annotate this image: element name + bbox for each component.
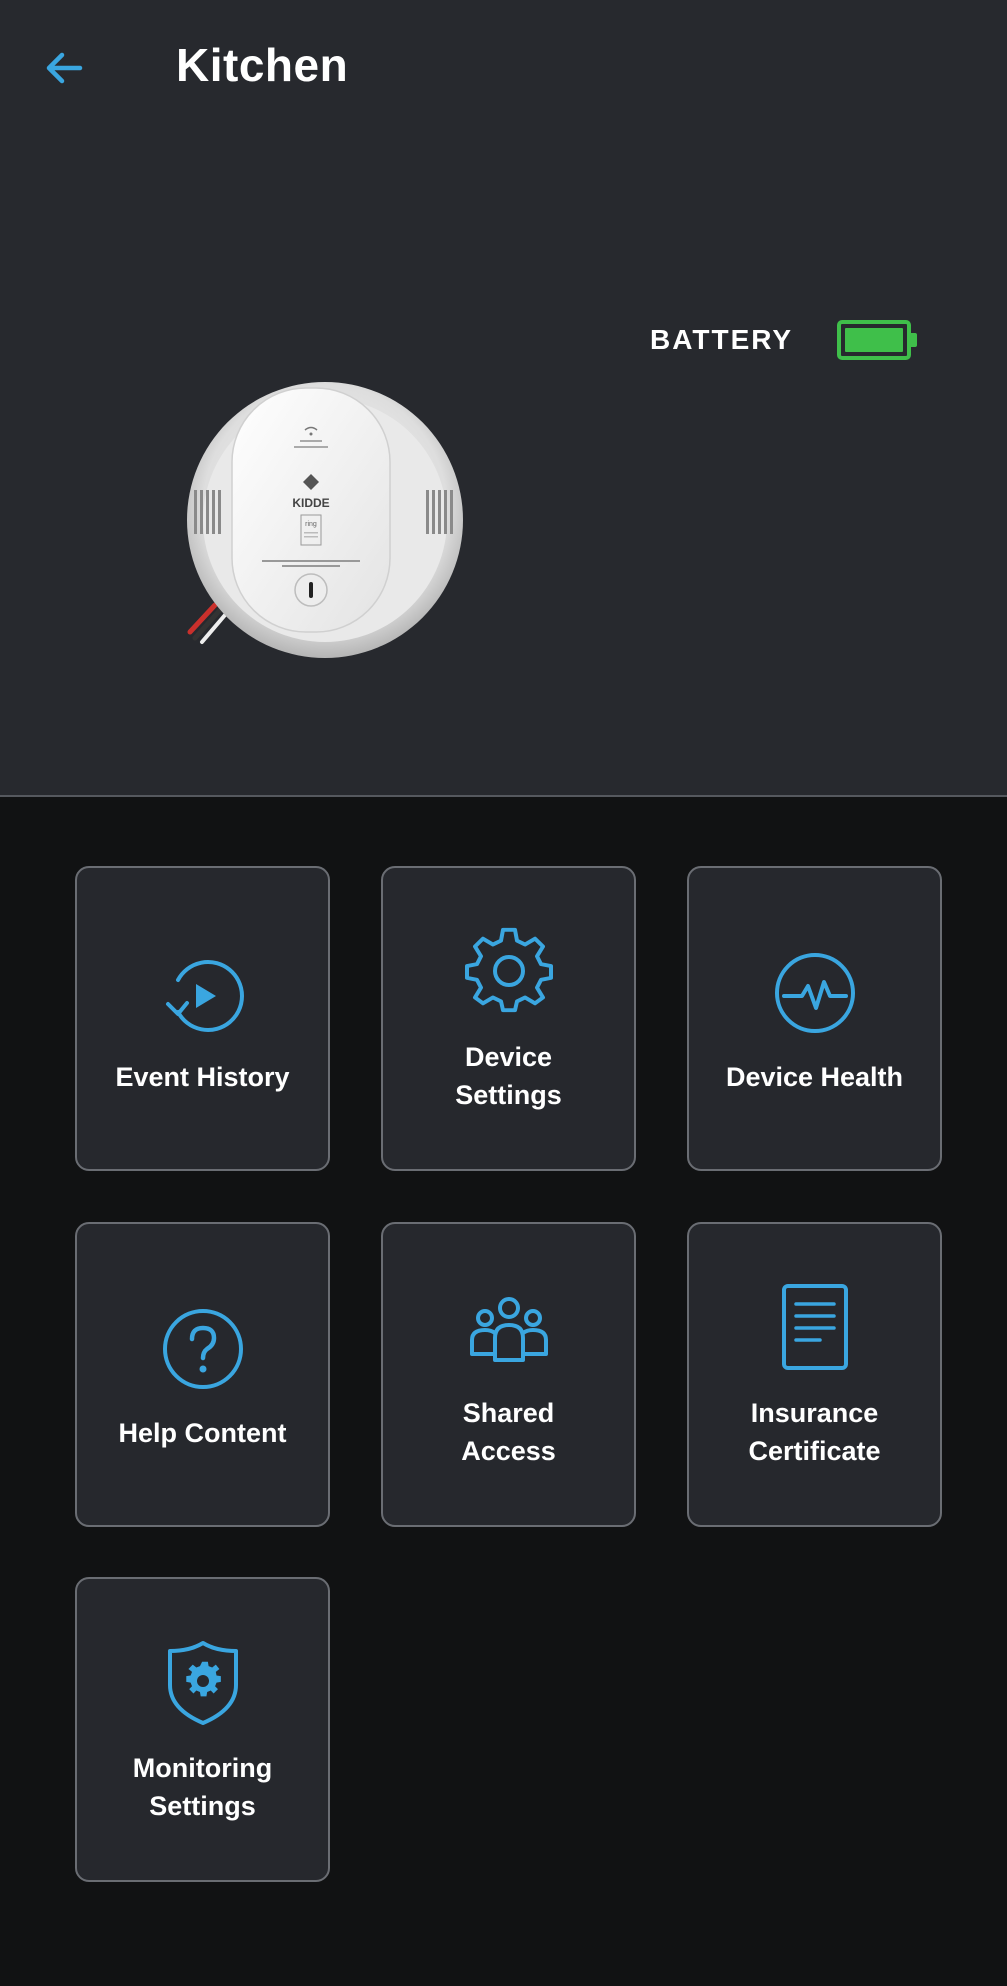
tile-label-line1: Help Content [118, 1418, 287, 1448]
document-icon [781, 1284, 848, 1370]
page-title: Kitchen [176, 39, 349, 91]
tile-label-shared-access: Shared Access [393, 1394, 624, 1470]
tile-label-monitoring-settings: Monitoring Settings [87, 1749, 318, 1825]
tile-label-line2: Settings [149, 1791, 256, 1821]
tile-label-line1: Event History [115, 1062, 290, 1092]
tile-label-line2: Settings [455, 1080, 562, 1110]
battery-icon [837, 320, 918, 360]
device-screen: Kitchen BATTERY KIDDE ring Event History… [0, 0, 1007, 1986]
smoke-alarm-image: KIDDE ring [187, 382, 463, 658]
gear-icon [464, 927, 553, 1013]
tile-insurance-certificate[interactable]: Insurance Certificate [687, 1222, 942, 1527]
back-button[interactable] [36, 40, 92, 96]
tile-label-event-history: Event History [87, 1058, 318, 1096]
tile-event-history[interactable]: Event History [75, 866, 330, 1171]
arrow-left-icon [46, 52, 83, 84]
device-hero: Kitchen BATTERY KIDDE ring [0, 0, 1007, 797]
tile-label-line1: Device Health [725, 1062, 904, 1092]
tile-label-help-content: Help Content [87, 1414, 318, 1452]
tile-device-settings[interactable]: Device Settings [381, 866, 636, 1171]
question-icon [162, 1309, 243, 1389]
tile-label-insurance-certificate: Insurance Certificate [699, 1394, 930, 1470]
tile-label-line1: Device [464, 1042, 553, 1072]
tile-monitoring-settings[interactable]: Monitoring Settings [75, 1577, 330, 1882]
tile-label-line2: Certificate [748, 1436, 881, 1466]
people-icon [469, 1297, 548, 1362]
tile-label-line1: Monitoring [132, 1753, 273, 1783]
tile-label-device-health: Device Health [699, 1058, 930, 1096]
tile-device-health[interactable]: Device Health [687, 866, 942, 1171]
tile-label-line1: Shared [462, 1398, 555, 1428]
tile-label-device-settings: Device Settings [393, 1038, 624, 1114]
brand-text: KIDDE [292, 496, 329, 510]
tile-label-line2: Access [461, 1436, 556, 1466]
battery-fill [845, 328, 904, 352]
history-play-icon [165, 960, 244, 1032]
tile-shared-access[interactable]: Shared Access [381, 1222, 636, 1527]
battery-status: BATTERY [650, 320, 918, 360]
sub-brand-text: ring [305, 521, 317, 528]
shield-gear-icon [167, 1641, 238, 1725]
tile-label-line1: Insurance [750, 1398, 879, 1428]
tile-help-content[interactable]: Help Content [75, 1222, 330, 1527]
battery-label: BATTERY [650, 324, 794, 355]
pulse-icon [774, 953, 855, 1033]
